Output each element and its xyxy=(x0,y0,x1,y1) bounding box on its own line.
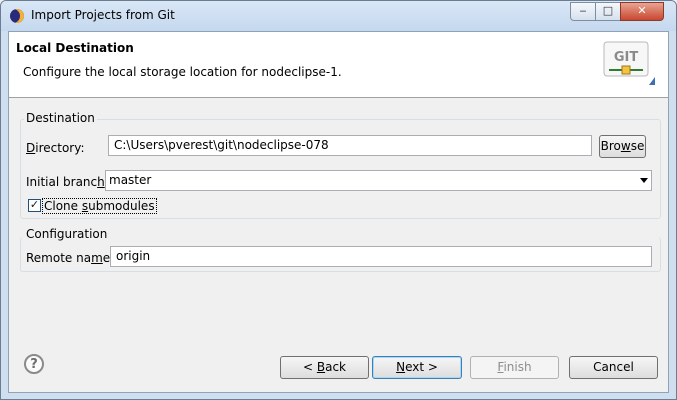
directory-input[interactable]: C:\Users\pverest\git\nodeclipse-078 xyxy=(108,135,592,156)
page-title: Local Destination xyxy=(16,41,134,55)
page-description: Configure the local storage location for… xyxy=(23,65,342,79)
directory-label: Directory: xyxy=(26,141,85,155)
remote-name-label: Remote name: xyxy=(26,251,115,265)
clone-submodules-label[interactable]: Clone submodules xyxy=(42,198,157,214)
dropdown-arrow-icon[interactable] xyxy=(640,178,648,183)
wizard-header: Local Destination Configure the local st… xyxy=(9,32,668,98)
title-bar[interactable]: Import Projects from Git ‒ □ ✕ xyxy=(1,1,676,31)
cancel-button[interactable]: Cancel xyxy=(569,356,658,379)
eclipse-icon xyxy=(10,9,24,23)
window-title: Import Projects from Git xyxy=(31,8,175,22)
initial-branch-label: Initial branch: xyxy=(26,175,109,189)
configuration-group-title: Configuration xyxy=(24,227,110,241)
next-button[interactable]: Next > xyxy=(372,356,462,379)
import-projects-dialog: Import Projects from Git ‒ □ ✕ Local Des… xyxy=(0,0,677,400)
close-button[interactable]: ✕ xyxy=(620,2,664,21)
git-logo-text: GIT xyxy=(614,50,639,65)
help-icon[interactable]: ? xyxy=(24,354,44,374)
git-logo-icon: GIT xyxy=(603,41,655,85)
maximize-button[interactable]: □ xyxy=(595,2,621,21)
minimize-button[interactable]: ‒ xyxy=(570,2,596,21)
remote-name-input[interactable]: origin xyxy=(110,246,652,267)
destination-group-title: Destination xyxy=(24,111,97,125)
clone-submodules-checkbox[interactable]: ✓ xyxy=(28,199,41,212)
initial-branch-value: master xyxy=(109,173,152,187)
initial-branch-select[interactable]: master xyxy=(105,170,652,191)
finish-button[interactable]: Finish xyxy=(470,356,559,379)
browse-button[interactable]: Browse xyxy=(599,135,646,158)
dialog-client-area: Local Destination Configure the local st… xyxy=(8,31,669,393)
back-button[interactable]: < Back xyxy=(280,356,369,379)
